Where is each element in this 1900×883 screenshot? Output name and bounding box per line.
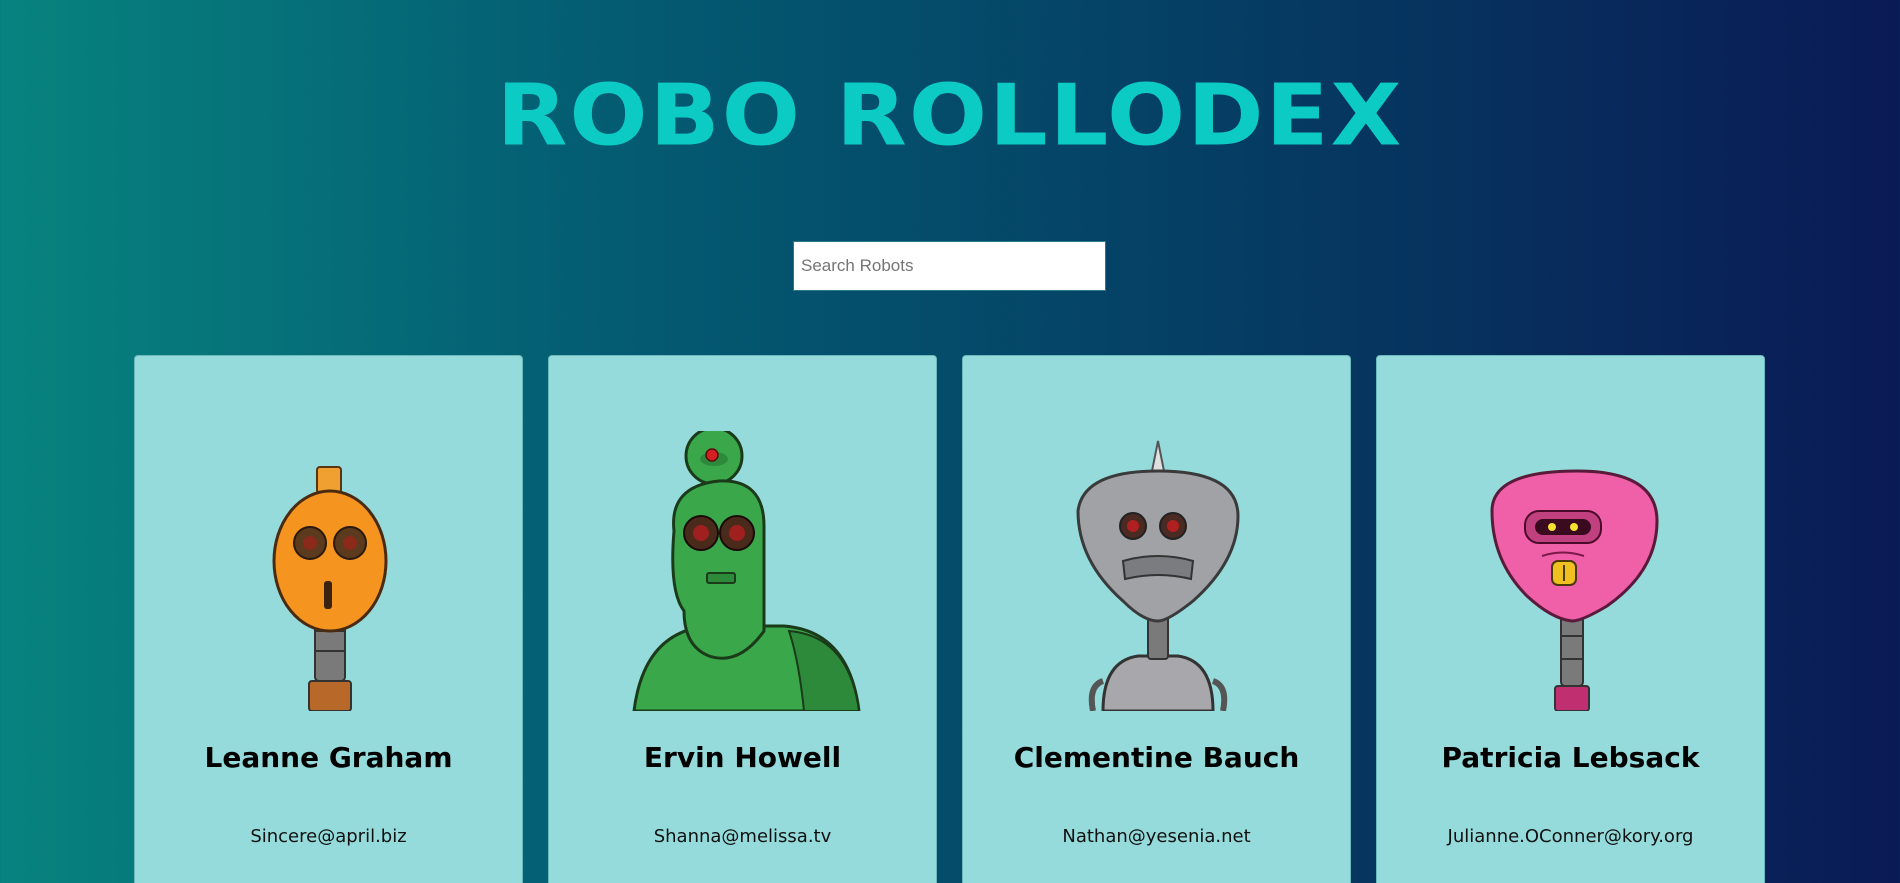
robot-email: Julianne.OConner@kory.org [1447, 826, 1694, 847]
robot-name: Patricia Lebsack [1441, 741, 1700, 774]
robot-email: Sincere@april.biz [250, 826, 407, 847]
robot-name: Leanne Graham [204, 741, 453, 774]
robot-email: Shanna@melissa.tv [653, 826, 832, 847]
orange-robot-avatar [135, 431, 522, 711]
robot-card[interactable]: Clementine Bauch Nathan@yesenia.net [962, 355, 1351, 883]
robot-name: Clementine Bauch [1013, 741, 1300, 774]
robot-card[interactable]: Ervin Howell Shanna@melissa.tv [548, 355, 937, 883]
robot-email: Nathan@yesenia.net [1062, 826, 1251, 847]
green-robot-avatar [549, 431, 936, 711]
robot-name: Ervin Howell [643, 741, 842, 774]
pink-robot-avatar [1377, 431, 1764, 711]
robot-card[interactable]: Leanne Graham Sincere@april.biz [134, 355, 523, 883]
gray-robot-avatar [963, 431, 1350, 711]
page-title: ROBO ROLLODEX [496, 66, 1404, 165]
robot-card[interactable]: Patricia Lebsack Julianne.OConner@kory.o… [1376, 355, 1765, 883]
search-input[interactable] [793, 241, 1106, 291]
robot-card-list: Leanne Graham Sincere@april.biz Ervin Ho… [134, 355, 1765, 883]
